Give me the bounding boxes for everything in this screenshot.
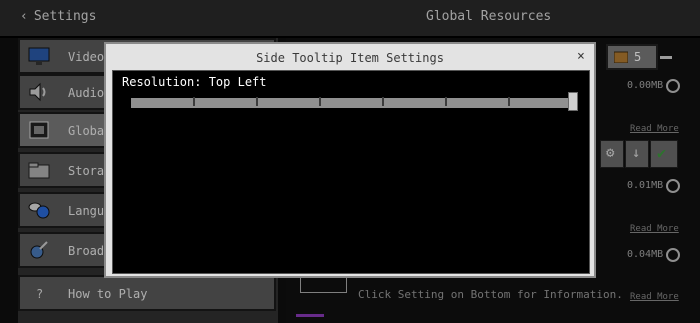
tooltip-settings-dialog: Side Tooltip Item Settings × Resolution:… xyxy=(104,42,596,278)
resolution-slider-thumb[interactable] xyxy=(568,92,578,111)
close-icon[interactable]: × xyxy=(577,49,585,64)
dialog-body: Resolution: Top Left xyxy=(112,70,590,274)
slider-tick xyxy=(256,97,258,106)
slider-tick xyxy=(319,97,321,106)
slider-tick xyxy=(193,97,195,106)
resolution-label: Resolution: Top Left xyxy=(122,75,267,89)
slider-tick xyxy=(508,97,510,106)
slider-tick xyxy=(445,97,447,106)
slider-tick xyxy=(382,97,384,106)
dialog-title: Side Tooltip Item Settings xyxy=(256,51,444,65)
resolution-slider-track[interactable] xyxy=(131,98,571,108)
